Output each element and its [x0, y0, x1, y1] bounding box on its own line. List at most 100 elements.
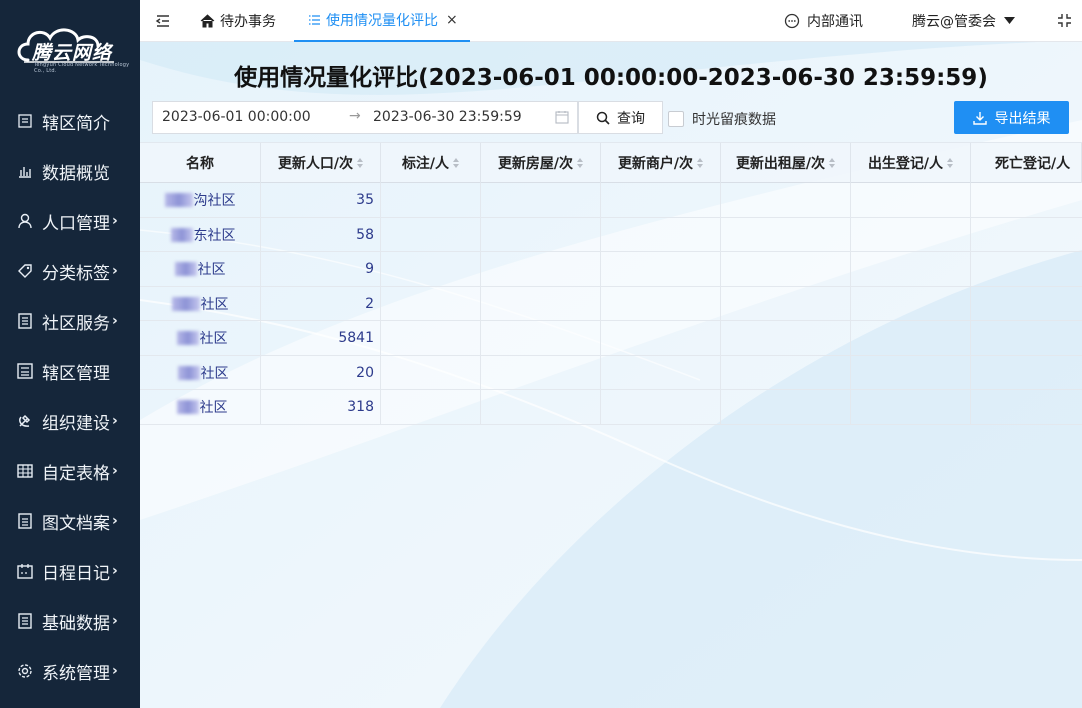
community-name-cell[interactable]: 沟社区 — [140, 183, 261, 217]
sidebar-item-archives[interactable]: 图文档案 › — [0, 501, 140, 541]
empty-cell — [851, 355, 971, 390]
sidebar-item-district-management[interactable]: 辖区管理 — [0, 351, 140, 391]
tab-label: 使用情况量化评比 — [326, 13, 438, 29]
column-header-name[interactable]: 名称 — [140, 143, 261, 183]
empty-cell — [481, 355, 601, 390]
community-name-suffix: 社区 — [200, 296, 229, 313]
community-name-cell[interactable]: 社区 — [140, 355, 261, 390]
empty-cell — [481, 217, 601, 252]
sidebar-item-label: 日程日记 — [42, 563, 110, 584]
grid-icon — [16, 462, 34, 480]
table-row: 沟社区 35 — [140, 183, 1082, 218]
end-date-input[interactable]: 2023-06-30 23:59:59 — [373, 109, 522, 125]
empty-cell — [971, 183, 1082, 217]
redacted-name-part — [176, 400, 199, 414]
empty-cell — [721, 355, 851, 390]
calendar-icon — [16, 562, 34, 580]
sort-icon[interactable] — [829, 158, 836, 168]
sidebar-item-base-data[interactable]: 基础数据 › — [0, 601, 140, 641]
sidebar-item-label: 分类标签 — [42, 263, 110, 284]
sidebar-item-community-service[interactable]: 社区服务 › — [0, 301, 140, 341]
sidebar-item-tags[interactable]: 分类标签 › — [0, 251, 140, 291]
building-icon — [16, 362, 34, 380]
empty-cell — [721, 321, 851, 355]
fullscreen-icon[interactable] — [1057, 13, 1072, 28]
column-header-births[interactable]: 出生登记/人 — [851, 143, 971, 183]
empty-cell — [481, 252, 601, 286]
community-name-cell[interactable]: 社区 — [140, 286, 261, 321]
sort-icon[interactable] — [453, 158, 460, 168]
column-header-houses[interactable]: 更新房屋/次 — [481, 143, 601, 183]
tab-usage-rating[interactable]: 使用情况量化评比 × — [294, 0, 470, 42]
community-name-cell[interactable]: 社区 — [140, 252, 261, 286]
sidebar-item-schedule[interactable]: 日程日记 › — [0, 551, 140, 591]
trace-data-checkbox[interactable] — [668, 111, 684, 127]
table-row: 社区 2 — [140, 286, 1082, 321]
chat-icon — [784, 13, 800, 29]
community-name-cell[interactable]: 社区 — [140, 390, 261, 424]
empty-cell — [971, 218, 1082, 252]
download-icon — [972, 111, 987, 125]
trace-data-label: 时光留痕数据 — [692, 112, 776, 128]
redacted-name-part — [164, 193, 193, 207]
export-button[interactable]: 导出结果 — [954, 101, 1069, 134]
empty-cell — [971, 390, 1082, 424]
column-header-population[interactable]: 更新人口/次 — [261, 143, 381, 183]
empty-cell — [971, 356, 1082, 390]
brand-logo[interactable]: 腾云网络 Tengyun Cloud Network Technology Co… — [0, 0, 140, 86]
list-icon — [16, 612, 34, 630]
empty-cell — [381, 390, 481, 424]
start-date-input[interactable]: 2023-06-01 00:00:00 — [162, 109, 311, 125]
empty-cell — [971, 287, 1082, 321]
community-name-suffix: 社区 — [199, 400, 228, 416]
sidebar-item-system[interactable]: 系统管理 › — [0, 651, 140, 691]
sidebar-item-label: 社区服务 — [42, 313, 110, 334]
user-menu[interactable]: 腾云@管委会 — [912, 0, 1015, 42]
empty-cell — [601, 321, 721, 355]
column-header-merchants[interactable]: 更新商户/次 — [601, 143, 721, 183]
column-header-deaths[interactable]: 死亡登记/人 — [971, 143, 1082, 183]
empty-cell — [851, 183, 971, 217]
trace-data-checkbox-wrap[interactable]: 时光留痕数据 — [668, 109, 776, 129]
sort-icon[interactable] — [577, 158, 584, 168]
user-label: 腾云@管委会 — [912, 14, 996, 30]
empty-cell — [851, 286, 971, 321]
column-header-marked[interactable]: 标注/人 — [381, 143, 481, 183]
table-row: 社区 20 — [140, 355, 1082, 390]
document-icon — [16, 312, 34, 330]
empty-cell — [601, 252, 721, 286]
column-header-rentals[interactable]: 更新出租屋/次 — [721, 143, 851, 183]
sort-icon[interactable] — [357, 158, 364, 168]
population-update-cell: 9 — [261, 252, 381, 286]
user-icon — [16, 212, 34, 230]
sort-icon[interactable] — [697, 158, 704, 168]
sidebar-item-data-overview[interactable]: 数据概览 — [0, 151, 140, 191]
tab-todo[interactable]: 待办事务 — [200, 0, 276, 42]
tab-label: 待办事务 — [220, 14, 276, 30]
query-button[interactable]: 查询 — [578, 101, 663, 134]
population-update-value: 58 — [356, 226, 374, 243]
sidebar-item-population[interactable]: 人口管理 › — [0, 201, 140, 241]
top-bar: 待办事务 使用情况量化评比 × 内部通讯 腾云@管委会 — [140, 0, 1082, 42]
sidebar-item-district-intro[interactable]: 辖区简介 — [0, 101, 140, 141]
community-name-suffix: 沟社区 — [193, 193, 236, 209]
close-icon[interactable]: × — [446, 12, 458, 28]
population-update-value: 9 — [365, 261, 374, 277]
menu-collapse-icon[interactable] — [154, 12, 172, 30]
vertical-scrollbar[interactable] — [1074, 183, 1082, 708]
population-update-value: 35 — [356, 192, 374, 208]
date-range-picker[interactable]: 2023-06-01 00:00:00 → 2023-06-30 23:59:5… — [152, 101, 578, 134]
empty-cell — [721, 252, 851, 286]
community-name-suffix: 社区 — [197, 262, 226, 278]
redacted-name-part — [177, 365, 200, 380]
sidebar-item-organization[interactable]: 组织建设 › — [0, 401, 140, 441]
bar-chart-icon — [16, 162, 34, 180]
empty-cell — [721, 286, 851, 321]
community-name-cell[interactable]: 社区 — [140, 321, 261, 355]
empty-cell — [971, 321, 1082, 355]
sort-icon[interactable] — [947, 158, 954, 168]
population-update-cell: 318 — [261, 390, 381, 424]
sidebar-item-custom-tables[interactable]: 自定表格 › — [0, 451, 140, 491]
messages-link[interactable]: 内部通讯 — [784, 0, 863, 42]
community-name-cell[interactable]: 东社区 — [140, 217, 261, 252]
